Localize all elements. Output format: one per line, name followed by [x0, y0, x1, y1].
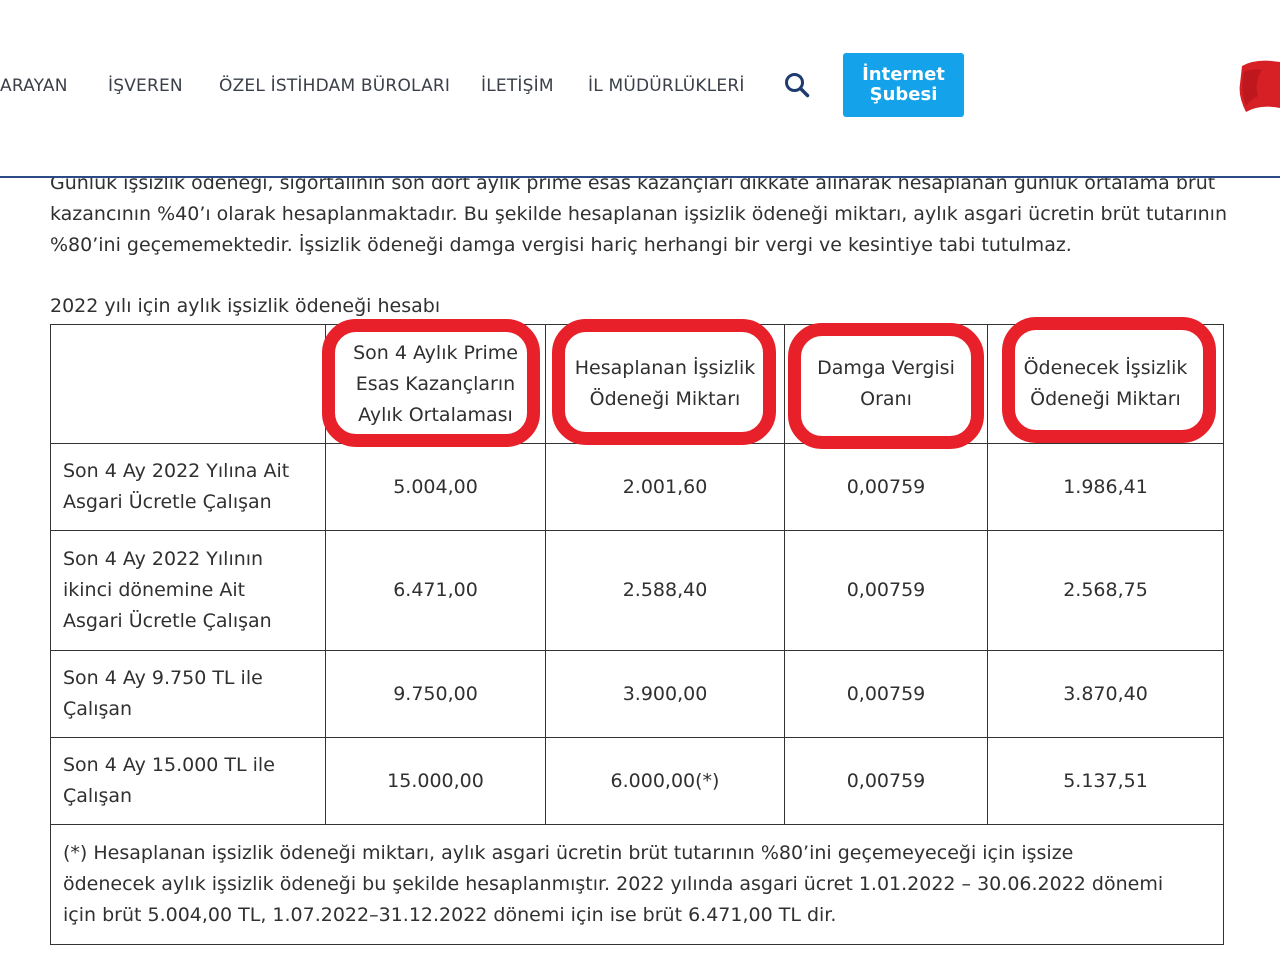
- header-text: Ödeneği Miktarı: [1030, 388, 1181, 410]
- table-cell: 0,00759: [784, 443, 988, 531]
- header-odenecek-issizlik: Ödenecek İşsizlik Ödeneği Miktarı: [987, 324, 1224, 444]
- nav-item-isveren[interactable]: İŞVEREN: [108, 76, 183, 96]
- row-label: Son 4 Ay 2022 Yılının ikinci dönemine Ai…: [50, 530, 326, 651]
- table-cell: 2.001,60: [545, 443, 785, 531]
- table-row: Son 4 Ay 2022 Yılına Ait Asgari Ücretle …: [50, 443, 1224, 531]
- table-cell: 3.900,00: [545, 650, 785, 738]
- row-label-text: Son 4 Ay 9.750 TL ile: [63, 667, 263, 689]
- unemployment-benefit-table: Son 4 Aylık Prime Esas Kazançların Aylık…: [50, 324, 1224, 945]
- table-cell: 1.986,41: [987, 443, 1224, 531]
- nav-item-il-mudurlukleri[interactable]: İL MÜDÜRLÜKLERİ: [588, 76, 745, 96]
- row-label: Son 4 Ay 2022 Yılına Ait Asgari Ücretle …: [50, 443, 326, 531]
- table-row: Son 4 Ay 9.750 TL ile Çalışan 9.750,00 3…: [50, 650, 1224, 738]
- header-text: Aylık Ortalaması: [358, 403, 513, 426]
- table-row: Son 4 Ay 15.000 TL ile Çalışan 15.000,00…: [50, 737, 1224, 825]
- table-cell: 0,00759: [784, 737, 988, 825]
- row-label-text: Asgari Ücretle Çalışan: [63, 491, 272, 513]
- row-label-text: Son 4 Ay 2022 Yılına Ait: [63, 460, 290, 482]
- header-text: Ödenecek İşsizlik: [1023, 357, 1188, 379]
- table-footnote: (*) Hesaplanan işsizlik ödeneği miktarı,…: [50, 824, 1224, 945]
- footnote-line: ödenecek aylık işsizlik ödeneği bu şekil…: [63, 873, 1164, 895]
- table-header-row: Son 4 Aylık Prime Esas Kazançların Aylık…: [50, 324, 1224, 444]
- row-label: Son 4 Ay 9.750 TL ile Çalışan: [50, 650, 326, 738]
- table-cell: 9.750,00: [325, 650, 546, 738]
- table-row: Son 4 Ay 2022 Yılının ikinci dönemine Ai…: [50, 530, 1224, 651]
- table-cell: 6.000,00(*): [545, 737, 785, 825]
- footnote-line: (*) Hesaplanan işsizlik ödeneği miktarı,…: [63, 842, 1074, 864]
- header-son-4-aylik-prime: Son 4 Aylık Prime Esas Kazançların Aylık…: [325, 324, 546, 444]
- nav-item-arayan[interactable]: ARAYAN: [0, 76, 68, 96]
- row-label-text: Son 4 Ay 15.000 TL ile: [63, 754, 275, 776]
- intro-line-2: kazancının %40’ı olarak hesaplanmaktadır…: [50, 203, 1227, 225]
- table-cell: 15.000,00: [325, 737, 546, 825]
- row-label-text: Çalışan: [63, 785, 133, 807]
- search-icon[interactable]: [783, 71, 811, 99]
- turkish-flag-icon: [1239, 60, 1280, 112]
- table-cell: 0,00759: [784, 650, 988, 738]
- nav-item-iletisim[interactable]: İLETİŞİM: [481, 76, 554, 96]
- header-text: Esas Kazançların: [355, 372, 516, 395]
- table-cell: 5.137,51: [987, 737, 1224, 825]
- table-cell: 5.004,00: [325, 443, 546, 531]
- header-text: Hesaplanan İşsizlik: [574, 357, 756, 379]
- header-text: Ödeneği Miktarı: [589, 388, 741, 410]
- top-navigation-bar: ARAYAN İŞVEREN ÖZEL İSTİHDAM BÜROLARI İL…: [0, 0, 1280, 178]
- table-note-row: (*) Hesaplanan işsizlik ödeneği miktarı,…: [50, 824, 1224, 945]
- table-cell: 2.588,40: [545, 530, 785, 651]
- header-text: Damga Vergisi: [817, 357, 955, 379]
- header-damga-vergisi: Damga Vergisi Oranı: [784, 324, 988, 444]
- intro-line-3: %80’ini geçememektedir. İşsizlik ödeneği…: [50, 234, 1072, 256]
- table-caption: 2022 yılı için aylık işsizlik ödeneği he…: [50, 295, 441, 317]
- row-label: Son 4 Ay 15.000 TL ile Çalışan: [50, 737, 326, 825]
- header-empty-cell: [50, 324, 326, 444]
- row-label-text: Çalışan: [63, 698, 133, 720]
- table-cell: 3.870,40: [987, 650, 1224, 738]
- header-text: Son 4 Aylık Prime: [353, 341, 518, 364]
- table-cell: 0,00759: [784, 530, 988, 651]
- internet-subesi-line1: İnternet: [862, 64, 945, 85]
- nav-item-ozel-istihdam-burolari[interactable]: ÖZEL İSTİHDAM BÜROLARI: [219, 76, 450, 96]
- internet-subesi-line2: Şubesi: [869, 84, 938, 105]
- table-cell: 2.568,75: [987, 530, 1224, 651]
- row-label-text: Son 4 Ay 2022 Yılının: [63, 548, 264, 570]
- row-label-text: Asgari Ücretle Çalışan: [63, 610, 272, 632]
- header-hesaplanan-issizlik: Hesaplanan İşsizlik Ödeneği Miktarı: [545, 324, 785, 444]
- footnote-line: için brüt 5.004,00 TL, 1.07.2022–31.12.2…: [63, 904, 837, 926]
- header-text: Oranı: [860, 388, 912, 410]
- table-cell: 6.471,00: [325, 530, 546, 651]
- row-label-text: ikinci dönemine Ait: [63, 579, 246, 601]
- internet-subesi-button[interactable]: İnternet Şubesi: [843, 53, 964, 117]
